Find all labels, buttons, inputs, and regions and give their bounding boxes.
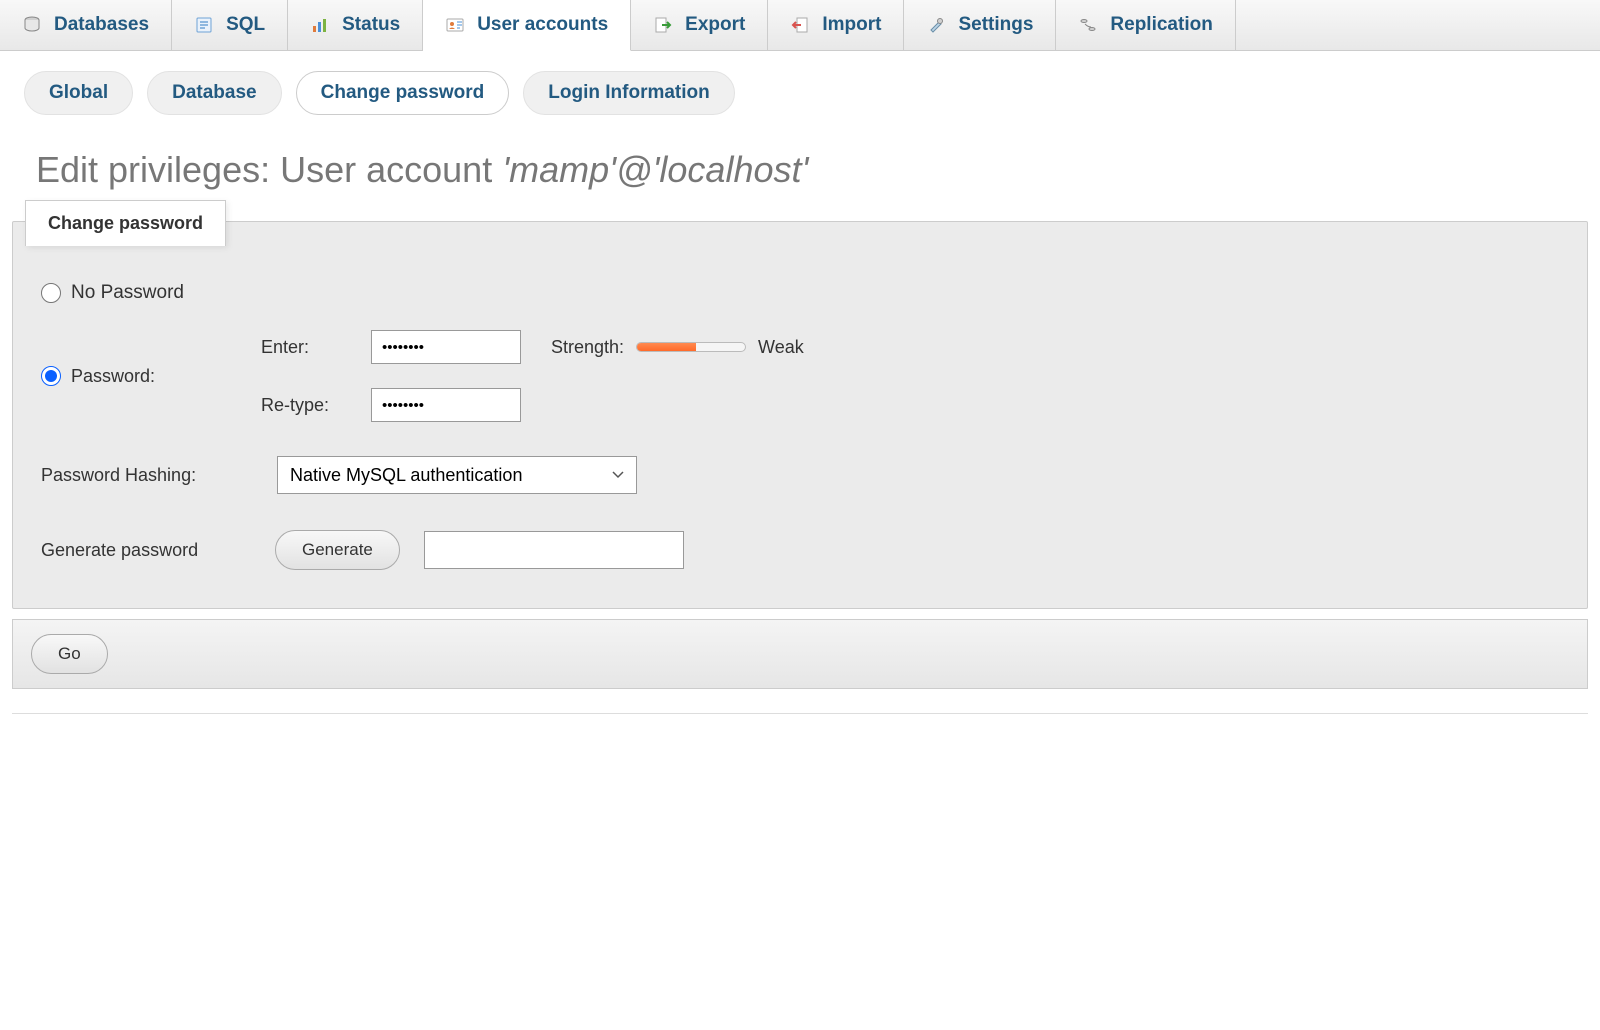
- replication-icon: [1078, 15, 1098, 35]
- strength-fill: [637, 343, 696, 351]
- page-title: Edit privileges: User account 'mamp'@'lo…: [0, 125, 1600, 221]
- retype-label: Re-type:: [261, 395, 371, 416]
- panel-legend: Change password: [25, 200, 226, 246]
- footer-bar: Go: [12, 619, 1588, 689]
- tab-label: Replication: [1110, 14, 1212, 36]
- tab-label: Settings: [958, 14, 1033, 36]
- tab-user-accounts[interactable]: User accounts: [423, 0, 631, 51]
- tab-status[interactable]: Status: [288, 0, 423, 50]
- hashing-label: Password Hashing:: [41, 465, 241, 486]
- strength-text: Weak: [758, 337, 804, 358]
- subnav-database[interactable]: Database: [147, 71, 282, 115]
- sql-icon: [194, 15, 214, 35]
- separator: [12, 713, 1588, 714]
- tab-label: SQL: [226, 14, 265, 36]
- status-icon: [310, 15, 330, 35]
- password-enter-input[interactable]: [371, 330, 521, 364]
- password-retype-input[interactable]: [371, 388, 521, 422]
- generate-output-input[interactable]: [424, 531, 684, 569]
- tab-label: Databases: [54, 14, 149, 36]
- enter-label: Enter:: [261, 337, 371, 358]
- tab-replication[interactable]: Replication: [1056, 0, 1235, 50]
- password-option[interactable]: Password:: [41, 366, 261, 387]
- tab-sql[interactable]: SQL: [172, 0, 288, 50]
- database-icon: [22, 15, 42, 35]
- heading-prefix: Edit privileges: User account: [36, 149, 502, 190]
- subnav-global[interactable]: Global: [24, 71, 133, 115]
- heading-account: 'mamp'@'localhost': [502, 149, 808, 190]
- tab-label: Import: [822, 14, 881, 36]
- import-icon: [790, 15, 810, 35]
- tab-label: User accounts: [477, 14, 608, 36]
- subnav-login-information[interactable]: Login Information: [523, 71, 734, 115]
- password-label: Password:: [71, 366, 155, 387]
- generate-button[interactable]: Generate: [275, 530, 400, 570]
- tab-label: Export: [685, 14, 745, 36]
- subnav-change-password[interactable]: Change password: [296, 71, 510, 115]
- no-password-radio[interactable]: [41, 283, 61, 303]
- password-radio[interactable]: [41, 366, 61, 386]
- strength-meter: [636, 342, 746, 352]
- no-password-label: No Password: [71, 282, 184, 304]
- top-nav: Databases SQL Status User accounts Expor…: [0, 0, 1600, 51]
- tab-settings[interactable]: Settings: [904, 0, 1056, 50]
- change-password-panel: Change password No Password Password: En…: [12, 221, 1588, 609]
- strength-label: Strength:: [551, 337, 624, 358]
- hashing-select[interactable]: Native MySQL authentication: [277, 456, 637, 494]
- sub-nav: Global Database Change password Login In…: [0, 51, 1600, 125]
- tab-label: Status: [342, 14, 400, 36]
- tab-import[interactable]: Import: [768, 0, 904, 50]
- users-icon: [445, 15, 465, 35]
- export-icon: [653, 15, 673, 35]
- tab-export[interactable]: Export: [631, 0, 768, 50]
- tab-databases[interactable]: Databases: [0, 0, 172, 50]
- go-button[interactable]: Go: [31, 634, 108, 674]
- settings-icon: [926, 15, 946, 35]
- no-password-option[interactable]: No Password: [41, 282, 184, 304]
- generate-label: Generate password: [41, 540, 251, 561]
